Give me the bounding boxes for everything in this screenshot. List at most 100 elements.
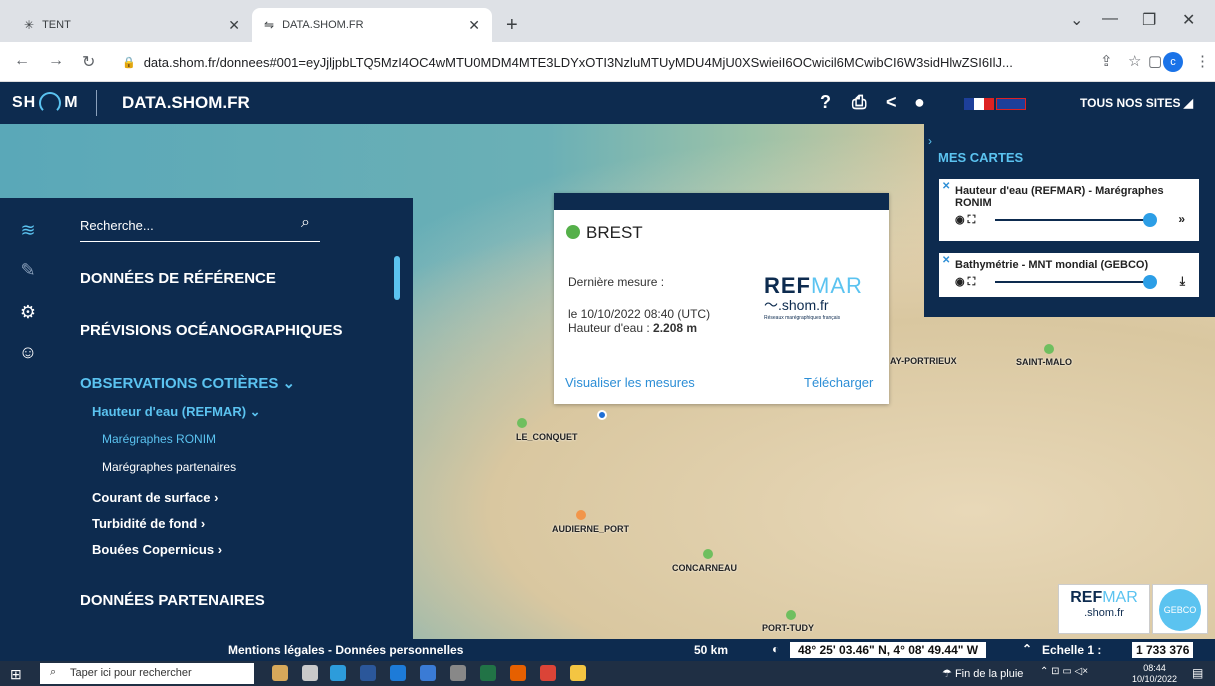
nav-maregraphes-ronim[interactable]: Marégraphes RONIM xyxy=(102,432,216,446)
download-link[interactable]: Télécharger xyxy=(804,375,873,390)
profile-avatar[interactable]: c xyxy=(1163,52,1183,72)
back-arrow-icon[interactable]: ← xyxy=(14,52,30,70)
taskbar-app-icon[interactable] xyxy=(450,665,466,681)
windows-start-icon[interactable]: ⊞ xyxy=(10,666,22,683)
opacity-slider[interactable]: ◉ ⛶ ⤓ xyxy=(955,274,1189,289)
gebco-logo[interactable]: GEBCO xyxy=(1152,584,1208,634)
shom-logo[interactable]: SH M xyxy=(12,92,79,114)
nav-maregraphes-partenaires[interactable]: Marégraphes partenaires xyxy=(102,460,236,474)
nav-observations[interactable]: OBSERVATIONS COTIÈRES ⌄ xyxy=(80,374,295,392)
bookmark-star-icon[interactable]: ☆ xyxy=(1128,52,1141,70)
url-field[interactable]: 🔒 data.shom.fr/donnees#001=eyJjljpbLTQ5M… xyxy=(114,48,1064,76)
selected-station-marker[interactable] xyxy=(597,410,607,420)
close-tab-icon[interactable]: ✕ xyxy=(228,17,240,34)
forward-arrow-icon[interactable]: → xyxy=(48,52,64,70)
chevron-up-icon[interactable]: ⌃ xyxy=(1022,642,1032,656)
close-tab-icon[interactable]: ✕ xyxy=(468,17,480,34)
panel-toolbar: ≋ ✎ ⚙ ☺ xyxy=(0,198,56,639)
eye-icon[interactable]: ◉ ⛶ xyxy=(955,275,975,289)
close-window-button[interactable]: ✕ xyxy=(1182,10,1195,30)
scale-label: Echelle 1 : xyxy=(1042,643,1102,657)
tide-gauge-marker[interactable] xyxy=(1044,344,1054,354)
nav-turbidite-label: Turbidité de fond xyxy=(92,516,198,531)
tab-search-icon[interactable]: ⌄ xyxy=(1070,10,1083,30)
file-explorer-icon[interactable] xyxy=(570,665,586,681)
taskbar-app-icon[interactable] xyxy=(272,665,288,681)
station-status-dot xyxy=(566,225,580,239)
nav-bouees[interactable]: Bouées Copernicus › xyxy=(92,542,222,557)
view-measures-link[interactable]: Visualiser les mesures xyxy=(565,375,695,390)
share-icon[interactable]: ⇪ xyxy=(1100,52,1113,70)
scale-value-input[interactable]: 1 733 376 xyxy=(1132,642,1194,658)
new-tab-button[interactable]: + xyxy=(506,14,518,37)
slider-knob[interactable] xyxy=(1143,213,1157,227)
slider-track xyxy=(995,281,1149,283)
print-icon[interactable]: ⎙ xyxy=(852,92,866,113)
chevron-right-icon: › xyxy=(217,542,223,557)
chevron-double-down-icon[interactable]: » xyxy=(1178,212,1185,226)
tab-data-shom[interactable]: ⇋ DATA.SHOM.FR ✕ xyxy=(252,8,492,42)
tide-gauge-marker[interactable] xyxy=(517,418,527,428)
taskbar-app-icon[interactable] xyxy=(390,665,406,681)
close-icon[interactable]: ✕ xyxy=(942,181,950,192)
gear-icon[interactable]: ⚙ xyxy=(16,300,40,324)
water-height-value: 2.208 m xyxy=(653,321,698,335)
system-tray-icons[interactable]: ⌃ ⊡ ▭ ◁× xyxy=(1040,666,1088,677)
firefox-icon[interactable] xyxy=(510,665,526,681)
close-icon[interactable]: ✕ xyxy=(942,255,950,266)
layers-icon[interactable]: ≋ xyxy=(16,218,40,242)
flag-fr-icon[interactable] xyxy=(964,98,994,110)
place-label: AY-PORTRIEUX xyxy=(890,356,957,366)
refmar-footer-logo[interactable]: REFMAR .shom.fr xyxy=(1058,584,1150,634)
notifications-icon[interactable]: ▤ xyxy=(1192,666,1203,680)
taskbar-app-icon[interactable] xyxy=(420,665,436,681)
tide-gauge-marker[interactable] xyxy=(703,549,713,559)
system-clock[interactable]: 08:44 10/10/2022 xyxy=(1132,663,1177,685)
slider-knob[interactable] xyxy=(1143,275,1157,289)
chevron-right-icon[interactable]: › xyxy=(928,134,932,148)
reload-icon[interactable]: ↻ xyxy=(82,52,95,72)
place-label: AUDIERNE_PORT xyxy=(552,524,630,534)
minimize-button[interactable]: — xyxy=(1102,10,1118,28)
restore-button[interactable]: ❐ xyxy=(1142,10,1156,30)
excel-icon[interactable] xyxy=(480,665,496,681)
taskbar-search-placeholder: Taper ici pour rechercher xyxy=(70,667,192,679)
sidepanel-icon[interactable]: ▢ xyxy=(1148,52,1162,70)
flag-uk-icon[interactable] xyxy=(996,98,1026,110)
my-maps-panel: › MES CARTES ✕ Hauteur d'eau (REFMAR) - … xyxy=(924,124,1215,317)
eye-icon[interactable]: ◉ ⛶ xyxy=(955,213,975,227)
nav-donnees-partenaires[interactable]: DONNÉES PARTENAIRES xyxy=(80,592,265,609)
user-icon[interactable]: ● xyxy=(914,92,925,113)
nav-courant-surface[interactable]: Courant de surface › xyxy=(92,490,218,505)
tools-icon[interactable]: ✎ xyxy=(16,258,40,282)
chat-icon[interactable]: ☺ xyxy=(16,340,40,364)
task-view-icon[interactable] xyxy=(302,665,318,681)
chrome-icon[interactable] xyxy=(540,665,556,681)
download-icon[interactable]: ⤓ xyxy=(1180,274,1185,289)
share-icon[interactable]: < xyxy=(886,92,897,113)
search-input[interactable]: Recherche... ⌕ xyxy=(80,212,320,242)
nav-previsions[interactable]: PRÉVISIONS OCÉANOGRAPHIQUES xyxy=(80,322,343,339)
nav-hauteur-eau[interactable]: Hauteur d'eau (REFMAR) ⌄ xyxy=(92,404,261,420)
search-icon[interactable]: ⌕ xyxy=(301,214,310,232)
opacity-slider[interactable]: ◉ ⛶ » xyxy=(955,212,1189,227)
nav-donnees-reference[interactable]: DONNÉES DE RÉFÉRENCE xyxy=(80,270,276,287)
weather-widget[interactable]: ☂ Fin de la pluie xyxy=(942,667,1023,680)
panel-scrollbar[interactable] xyxy=(394,256,400,300)
nav-turbidite[interactable]: Turbidité de fond › xyxy=(92,516,205,531)
tide-gauge-marker[interactable] xyxy=(786,610,796,620)
site-title[interactable]: DATA.SHOM.FR xyxy=(122,93,250,113)
my-maps-title: MES CARTES xyxy=(938,150,1024,165)
word-icon[interactable] xyxy=(360,665,376,681)
menu-icon[interactable]: ⋮ xyxy=(1195,52,1210,70)
tab-tent[interactable]: ✳ TENT ✕ xyxy=(12,8,252,42)
taskbar-search-input[interactable]: ⌕ Taper ici pour rechercher xyxy=(40,663,254,684)
tide-gauge-marker[interactable] xyxy=(576,510,586,520)
all-sites-menu[interactable]: TOUS NOS SITES ◢ xyxy=(1080,96,1193,110)
edge-icon[interactable] xyxy=(330,665,346,681)
tab-favicon-icon: ⇋ xyxy=(264,18,275,32)
legal-mentions-link[interactable]: Mentions légales - Données personnelles xyxy=(228,643,463,657)
help-icon[interactable]: ? xyxy=(820,92,831,113)
layer-name: Bathymétrie - MNT mondial (GEBCO) xyxy=(955,259,1149,271)
layer-card: ✕ Hauteur d'eau (REFMAR) - Marégraphes R… xyxy=(938,178,1200,242)
